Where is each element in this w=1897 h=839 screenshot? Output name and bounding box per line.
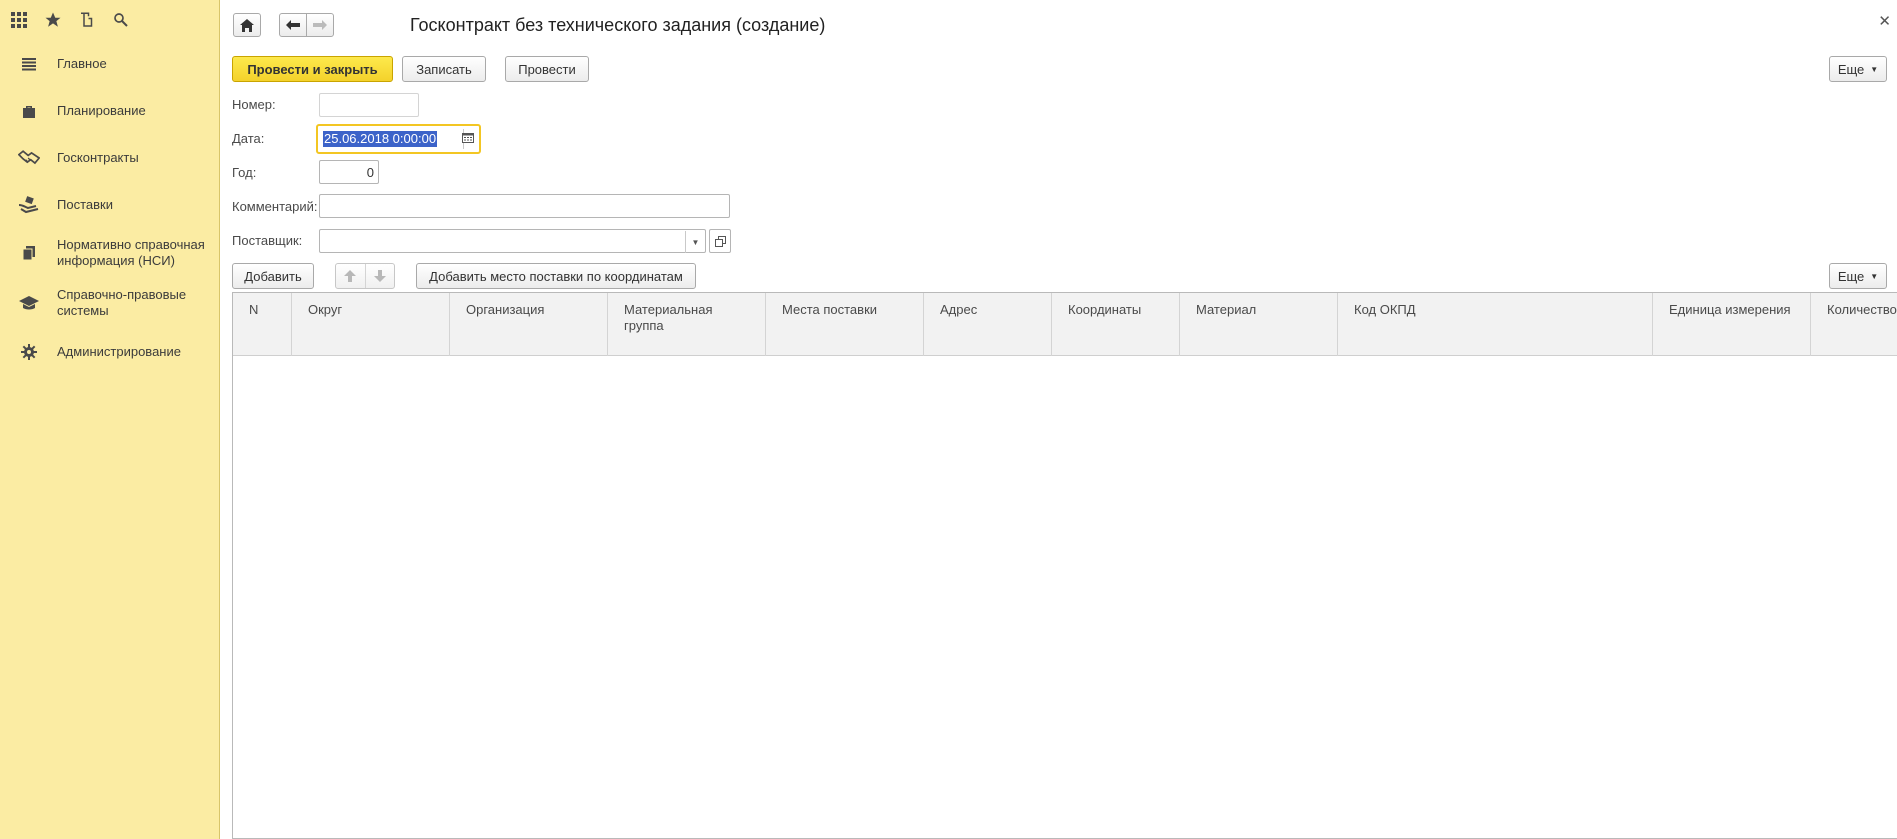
back-button[interactable] (279, 13, 307, 37)
sidebar-item-planning[interactable]: Планирование (0, 87, 219, 134)
search-icon[interactable] (110, 9, 132, 31)
sidebar-item-deliveries[interactable]: Поставки (0, 181, 219, 228)
column-header-address[interactable]: Адрес (924, 293, 1052, 356)
delivery-hand-icon (18, 194, 40, 216)
post-button[interactable]: Провести (505, 56, 589, 82)
sidebar-top-toolbar (0, 0, 219, 40)
move-row-buttons (335, 263, 395, 289)
table-header: N Округ Организация Материальная группа … (233, 293, 1897, 356)
star-icon[interactable] (42, 9, 64, 31)
more-button-label: Еще (1837, 61, 1865, 77)
home-icon (240, 18, 254, 32)
handshake-icon (18, 147, 40, 169)
sidebar-item-label: Администрирование (57, 343, 181, 359)
supplier-label: Поставщик: (232, 233, 303, 248)
save-button[interactable]: Записать (402, 56, 486, 82)
sidebar-item-label: Госконтракты (57, 149, 139, 165)
column-header-delivery-places[interactable]: Места поставки (766, 293, 924, 356)
graduation-cap-icon (18, 292, 40, 314)
column-header-material[interactable]: Материал (1180, 293, 1338, 356)
date-label: Дата: (232, 131, 265, 146)
arrow-right-icon (313, 20, 327, 30)
sidebar: Главное Планирование Госконтракты Постав… (0, 0, 220, 839)
column-header-unit[interactable]: Единица измерения (1653, 293, 1811, 356)
add-row-button[interactable]: Добавить (232, 263, 314, 289)
column-header-organization[interactable]: Организация (450, 293, 608, 356)
date-input[interactable]: 25.06.2018 0:00:00 (321, 129, 464, 149)
column-header-coordinates[interactable]: Координаты (1052, 293, 1180, 356)
chevron-down-icon: ▼ (1870, 64, 1879, 74)
calendar-icon[interactable] (461, 131, 475, 145)
home-button[interactable] (233, 13, 261, 37)
documents-icon (18, 242, 40, 264)
supplier-field[interactable]: ▼ (319, 229, 706, 253)
sidebar-item-label: Планирование (57, 102, 146, 118)
chevron-down-icon[interactable]: ▼ (685, 231, 705, 253)
arrow-left-icon (286, 20, 300, 30)
sidebar-item-main[interactable]: Главное (0, 40, 219, 87)
chevron-down-icon: ▼ (1870, 271, 1879, 281)
column-header-okpd-code[interactable]: Код ОКПД (1338, 293, 1653, 356)
sidebar-item-label: Нормативно справочная информация (НСИ) (57, 237, 205, 268)
briefcase-icon (18, 100, 40, 122)
more-button[interactable]: Еще ▼ (1829, 56, 1887, 82)
column-header-n[interactable]: N (233, 293, 292, 356)
column-header-material-group[interactable]: Материальная группа (608, 293, 766, 356)
add-by-coordinates-button[interactable]: Добавить место поставки по координатам (416, 263, 696, 289)
column-header-district[interactable]: Округ (292, 293, 450, 356)
comment-field[interactable] (319, 194, 730, 218)
sidebar-item-label: Главное (57, 55, 107, 71)
close-icon[interactable]: ✕ (1878, 12, 1891, 30)
table-more-button[interactable]: Еще ▼ (1829, 263, 1887, 289)
comment-label: Комментарий: (232, 199, 318, 214)
column-header-quantity[interactable]: Количество (1811, 293, 1897, 356)
history-icon[interactable] (76, 9, 98, 31)
open-window-icon (714, 235, 726, 247)
menu-lines-icon (18, 53, 40, 75)
year-field[interactable] (319, 160, 379, 184)
main-content: Госконтракт без технического задания (со… (221, 0, 1897, 839)
date-value: 25.06.2018 0:00:00 (323, 131, 438, 147)
forward-button[interactable] (306, 13, 334, 37)
sidebar-item-label: Справочно-правовые системы (57, 287, 187, 318)
sidebar-item-contracts[interactable]: Госконтракты (0, 134, 219, 181)
sidebar-item-legal-systems[interactable]: Справочно-правовые системы (0, 278, 219, 328)
table-more-label: Еще (1837, 268, 1865, 284)
contract-items-table: N Округ Организация Материальная группа … (232, 292, 1897, 839)
date-field[interactable]: 25.06.2018 0:00:00 (316, 124, 481, 154)
move-down-button[interactable] (364, 264, 395, 288)
column-header-material-group-label: Материальная группа (624, 302, 713, 333)
open-supplier-button[interactable] (709, 229, 731, 253)
apps-grid-icon[interactable] (8, 9, 30, 31)
number-label: Номер: (232, 97, 276, 112)
sidebar-item-administration[interactable]: Администрирование (0, 328, 219, 375)
gear-icon (18, 341, 40, 363)
arrow-up-icon (344, 270, 357, 282)
number-field[interactable] (319, 93, 419, 117)
arrow-down-icon (373, 270, 386, 282)
sidebar-nav: Главное Планирование Госконтракты Постав… (0, 40, 219, 375)
page-title: Госконтракт без технического задания (со… (410, 15, 826, 35)
year-label: Год: (232, 165, 257, 180)
move-up-button[interactable] (336, 264, 365, 288)
table-body[interactable] (233, 356, 1897, 838)
post-and-close-button[interactable]: Провести и закрыть (232, 56, 393, 82)
sidebar-item-nsi[interactable]: Нормативно справочная информация (НСИ) (0, 228, 219, 278)
sidebar-item-label: Поставки (57, 196, 113, 212)
